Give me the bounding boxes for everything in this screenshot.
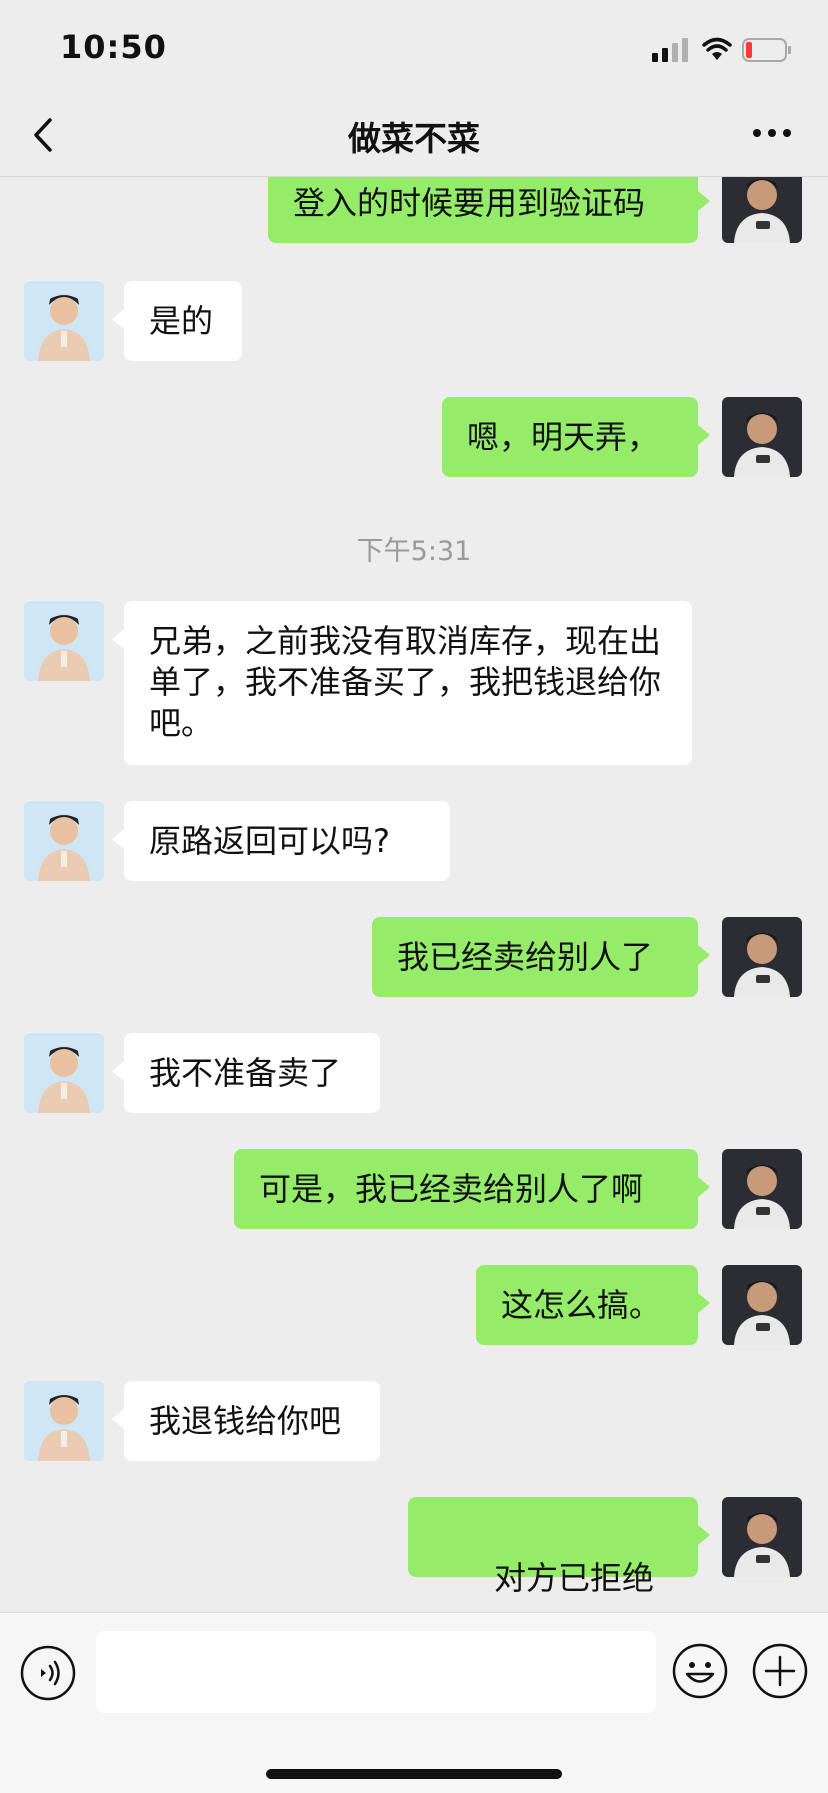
my-avatar[interactable] bbox=[722, 397, 802, 477]
timestamp: 下午5:31 bbox=[356, 536, 472, 567]
contact-avatar[interactable] bbox=[24, 601, 104, 681]
message-bubble-incoming[interactable]: 我退钱给你吧 bbox=[112, 1381, 380, 1461]
my-avatar[interactable] bbox=[722, 1265, 802, 1345]
voice-icon[interactable] bbox=[20, 1645, 76, 1701]
emoji-icon[interactable] bbox=[672, 1643, 728, 1699]
status-bar: 10:50 bbox=[0, 0, 828, 98]
wifi-icon bbox=[702, 37, 732, 60]
call-declined-bubble[interactable]: 对方已拒绝 bbox=[408, 1497, 710, 1597]
message-bubble-outgoing[interactable]: 嗯，明天弄， bbox=[442, 397, 710, 477]
nav-bar: 做菜不菜 bbox=[0, 98, 828, 177]
message-list[interactable]: 登入的时候要用到验证码 是的 嗯，明天弄， 下午5:31 兄弟，之前我没有取消库… bbox=[0, 177, 828, 1610]
message-bubble-incoming[interactable]: 是的 bbox=[112, 281, 242, 361]
contact-avatar[interactable] bbox=[24, 281, 104, 361]
message-bubble-outgoing[interactable]: 登入的时候要用到验证码 bbox=[268, 177, 710, 243]
contact-avatar[interactable] bbox=[24, 1033, 104, 1113]
input-bar bbox=[0, 1612, 828, 1793]
my-avatar[interactable] bbox=[722, 1497, 802, 1577]
my-avatar[interactable] bbox=[722, 1149, 802, 1229]
signal-icon bbox=[652, 38, 688, 62]
contact-avatar[interactable] bbox=[24, 1381, 104, 1461]
contact-avatar[interactable] bbox=[24, 801, 104, 881]
plus-icon[interactable] bbox=[752, 1643, 808, 1699]
message-bubble-incoming[interactable]: 我不准备卖了 bbox=[112, 1033, 380, 1113]
chat-title: 做菜不菜 bbox=[348, 119, 480, 158]
home-indicator[interactable] bbox=[266, 1769, 562, 1779]
message-bubble-outgoing[interactable]: 我已经卖给别人了 bbox=[372, 917, 710, 997]
message-bubble-outgoing[interactable]: 可是，我已经卖给别人了啊 bbox=[234, 1149, 710, 1229]
battery-icon bbox=[742, 38, 791, 62]
message-bubble-outgoing[interactable]: 这怎么搞。 bbox=[476, 1265, 710, 1345]
message-bubble-incoming[interactable]: 兄弟，之前我没有取消库存，现在出单了，我不准备买了，我把钱退给你吧。 bbox=[112, 601, 692, 765]
message-input[interactable] bbox=[96, 1631, 656, 1713]
call-status-text: 对方已拒绝 bbox=[494, 1559, 655, 1597]
more-icon[interactable] bbox=[752, 126, 792, 140]
status-time: 10:50 bbox=[60, 28, 167, 66]
my-avatar[interactable] bbox=[722, 917, 802, 997]
message-bubble-incoming[interactable]: 原路返回可以吗? bbox=[112, 801, 450, 881]
my-avatar[interactable] bbox=[722, 177, 802, 243]
